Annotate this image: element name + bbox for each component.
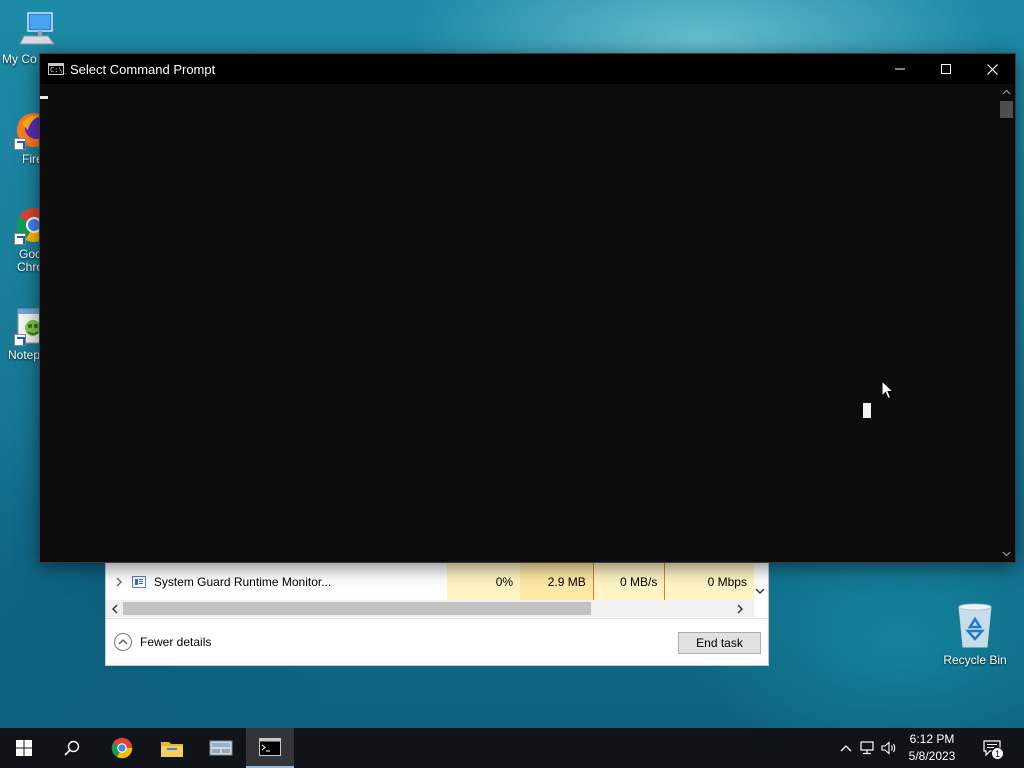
system-tray: 6:12 PM 5/8/2023 1 [824, 728, 1024, 768]
console-output[interactable] [40, 84, 998, 562]
expand-chevron-icon[interactable] [106, 563, 132, 600]
computer-icon [18, 10, 58, 50]
window-title: Select Command Prompt [70, 61, 216, 77]
selection-block-cursor [863, 403, 871, 418]
network-value: 0 Mbps [665, 563, 754, 600]
shortcut-arrow-icon [14, 334, 26, 346]
close-button[interactable] [969, 54, 1015, 84]
taskbar-file-explorer-button[interactable] [148, 728, 196, 768]
process-icon [131, 575, 146, 588]
action-center-button[interactable]: 1 [974, 728, 1010, 768]
windows-start-icon [16, 740, 32, 756]
scroll-left-arrow-icon[interactable] [106, 600, 123, 617]
taskbar-server-manager-button[interactable] [197, 728, 245, 768]
maximize-icon [941, 64, 951, 74]
file-explorer-icon [161, 742, 183, 757]
scroll-down-arrow-icon[interactable] [998, 547, 1015, 561]
horizontal-scrollbar[interactable] [106, 600, 754, 617]
minimize-button[interactable] [877, 54, 923, 84]
console-text-cursor [40, 96, 48, 99]
process-name: System Guard Runtime Monitor... [153, 574, 332, 589]
command-prompt-icon: C:\_ [48, 63, 67, 75]
clock-time: 6:12 PM [909, 732, 955, 746]
desktop-icon-recycle-bin[interactable]: Recycle Bin [937, 601, 1013, 667]
command-prompt-window[interactable]: C:\_ Select Command Prompt [39, 53, 1016, 563]
vertical-scrollbar[interactable] [998, 84, 1015, 562]
scroll-thumb[interactable] [1000, 101, 1013, 118]
scroll-down-arrow-icon[interactable] [752, 583, 768, 599]
clock[interactable]: 6:12 PM 5/8/2023 [902, 731, 962, 765]
scroll-thumb[interactable] [123, 602, 591, 615]
notification-count-badge: 1 [991, 747, 1004, 760]
chevron-up-icon [114, 633, 132, 651]
mouse-pointer-icon [881, 379, 895, 403]
title-bar[interactable]: C:\_ Select Command Prompt [40, 54, 1015, 84]
cpu-value: 0% [447, 563, 521, 600]
taskbar: 6:12 PM 5/8/2023 1 [0, 728, 1024, 768]
shortcut-arrow-icon [14, 138, 26, 150]
recycle-bin-icon [953, 601, 997, 649]
command-prompt-icon [259, 738, 281, 756]
scroll-up-arrow-icon[interactable] [998, 85, 1015, 99]
task-manager-window: System Guard Runtime Monitor... 0% 2.9 M… [105, 563, 769, 666]
fewer-details-label: Fewer details [140, 635, 212, 649]
maximize-button[interactable] [923, 54, 969, 84]
shortcut-arrow-icon [14, 233, 26, 245]
table-row[interactable]: System Guard Runtime Monitor... 0% 2.9 M… [106, 563, 754, 600]
minimize-icon [895, 68, 905, 70]
task-manager-footer: Fewer details End task [106, 618, 768, 665]
search-icon [64, 740, 80, 756]
close-icon [986, 63, 998, 75]
server-manager-icon [209, 740, 233, 756]
taskbar-chrome-button[interactable] [98, 728, 146, 768]
clock-date: 5/8/2023 [908, 749, 956, 763]
chrome-icon [111, 737, 133, 759]
disk-value: 0 MB/s [593, 563, 666, 600]
taskbar-command-prompt-button[interactable] [246, 728, 294, 768]
scroll-right-arrow-icon[interactable] [731, 600, 748, 617]
recycle-bin-label: Recycle Bin [943, 653, 1007, 667]
end-task-button[interactable]: End task [678, 632, 761, 654]
search-button[interactable] [48, 728, 96, 768]
network-icon[interactable] [858, 728, 876, 768]
memory-value: 2.9 MB [520, 563, 594, 600]
fewer-details-button[interactable]: Fewer details [114, 633, 211, 651]
show-hidden-icons-chevron-up-icon[interactable] [838, 728, 854, 768]
volume-icon[interactable] [880, 728, 898, 768]
start-button[interactable] [0, 728, 48, 768]
